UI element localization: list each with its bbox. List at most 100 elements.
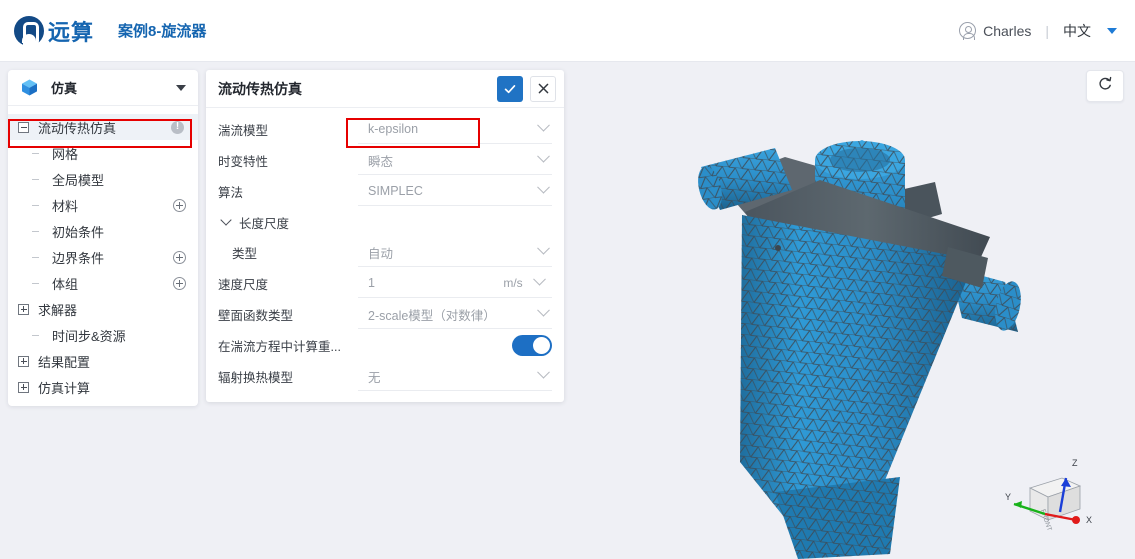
selected-value: 2-scale模型（对数律） [368, 308, 496, 323]
language-selector[interactable]: 中文 [1063, 21, 1091, 41]
confirm-button[interactable] [497, 75, 523, 102]
chevron-down-icon [537, 365, 550, 379]
form-row: 辐射换热模型 无 [206, 361, 564, 392]
reset-view-button[interactable] [1086, 70, 1124, 102]
refresh-view-icon [1098, 76, 1113, 96]
form-row: 时变特性 瞬态 [206, 145, 564, 176]
form-group-label: 长度尺度 [239, 216, 290, 231]
form-row: 类型 自动 [206, 237, 564, 268]
chevron-down-icon [537, 303, 550, 317]
app-root: 远算 案例8-旋流器 Charles | 中文 仿真 流动传热仿真 ! 网格 全… [0, 0, 1135, 559]
tree-item-label: 结果配置 [38, 354, 91, 370]
tree-item-label: 材料 [52, 198, 79, 214]
chevron-down-icon[interactable] [176, 84, 186, 91]
chevron-down-icon[interactable] [1107, 27, 1117, 34]
tree-item[interactable]: 网格 [8, 140, 198, 166]
expand-icon[interactable] [18, 355, 29, 367]
panel-actions [497, 75, 556, 102]
3d-viewport[interactable]: FRONT Y X Z [570, 62, 1135, 559]
tree-item-label: 全局模型 [52, 172, 105, 188]
user-avatar-icon [959, 22, 977, 40]
unit-label: m/s [503, 276, 523, 290]
app-header: 远算 案例8-旋流器 Charles | 中文 [0, 0, 1135, 62]
expand-icon[interactable] [18, 303, 29, 315]
page-title: 案例8-旋流器 [118, 23, 207, 40]
toggle-switch[interactable] [512, 335, 552, 356]
form-row: 在湍流方程中计算重... [206, 330, 564, 361]
form-row: 湍流模型 k-epsilon [206, 114, 564, 145]
sidebar-header-label: 仿真 [51, 81, 78, 96]
selected-value: SIMPLEC [368, 184, 423, 198]
selected-value: 自动 [368, 246, 394, 261]
tree-item[interactable]: 体组 [8, 270, 198, 296]
tree-item[interactable]: 仿真计算 [8, 374, 198, 400]
tree-item[interactable]: 初始条件 [8, 218, 198, 244]
form-row-control [358, 332, 552, 360]
settings-panel-header: 流动传热仿真 [206, 70, 564, 108]
form-group-header[interactable]: 长度尺度 [206, 207, 564, 237]
form-row-label: 算法 [218, 186, 244, 200]
dropdown-select[interactable]: 无 [358, 363, 552, 391]
user-name-label: Charles [983, 22, 1032, 39]
sidebar-header[interactable]: 仿真 [8, 70, 198, 106]
user-menu[interactable]: Charles [959, 22, 1032, 40]
selected-value: 无 [368, 370, 381, 385]
cancel-button[interactable] [530, 75, 556, 102]
form-row-label: 速度尺度 [218, 278, 269, 292]
form-row-label: 辐射换热模型 [218, 371, 294, 385]
tree-item[interactable]: 材料 [8, 192, 198, 218]
form-row-label: 湍流模型 [218, 124, 269, 138]
chevron-down-icon [537, 118, 550, 132]
dropdown-select[interactable]: 瞬态 [358, 147, 552, 175]
chevron-down-icon [537, 149, 550, 163]
axis-orientation-widget[interactable]: FRONT Y X Z [1000, 450, 1110, 545]
add-icon[interactable] [173, 250, 186, 264]
form-row-control: 1 m/s [358, 270, 552, 298]
tree-item-label: 流动传热仿真 [38, 120, 117, 136]
value-input[interactable]: 1 [358, 270, 500, 298]
unit-selector[interactable]: m/s [500, 270, 552, 298]
header-divider: | [1045, 22, 1049, 39]
form-row: 壁面函数类型 2-scale模型（对数律） [206, 299, 564, 330]
form-row-label: 时变特性 [218, 155, 269, 169]
brand-logo[interactable]: 远算 [14, 15, 94, 47]
form-row: 算法 SIMPLEC [206, 176, 564, 207]
tree-item[interactable]: 边界条件 [8, 244, 198, 270]
logo-mark-icon [14, 15, 44, 46]
dropdown-select[interactable]: 2-scale模型（对数律） [358, 301, 552, 329]
tree-item[interactable]: 结果配置 [8, 348, 198, 374]
tree-item-label: 体组 [52, 276, 79, 292]
dropdown-select[interactable]: 自动 [358, 239, 552, 267]
sidebar-panel: 仿真 流动传热仿真! 网格全局模型材料初始条件边界条件体组求解器时间步&资源结果配… [8, 70, 198, 406]
expand-icon[interactable] [18, 381, 29, 393]
tree-item-label: 时间步&资源 [52, 328, 126, 344]
dropdown-select[interactable]: k-epsilon [358, 116, 552, 144]
tree-item-label: 求解器 [38, 302, 78, 318]
header-right-group: Charles | 中文 [959, 21, 1117, 41]
axis-label-x: X [1086, 515, 1092, 525]
form-row-label: 在湍流方程中计算重... [218, 340, 341, 354]
tree-item[interactable]: 全局模型 [8, 166, 198, 192]
tree-item[interactable]: 流动传热仿真! [8, 114, 198, 140]
axis-label-z: Z [1072, 458, 1078, 468]
form-row: 速度尺度 1 m/s [206, 268, 564, 299]
axis-label-y: Y [1005, 492, 1011, 502]
dropdown-select[interactable]: SIMPLEC [358, 178, 552, 206]
add-icon[interactable] [173, 276, 186, 290]
tree-item-label: 网格 [52, 146, 79, 162]
logo-text: 远算 [48, 19, 95, 45]
value-text: 1 [368, 276, 375, 290]
chevron-down-icon [537, 241, 550, 255]
selected-value: 瞬态 [368, 154, 394, 169]
tree-item-label: 边界条件 [52, 250, 105, 266]
chevron-down-icon[interactable] [220, 214, 232, 226]
tree-item[interactable]: 时间步&资源 [8, 322, 198, 348]
tree-item[interactable]: 求解器 [8, 296, 198, 322]
warning-badge-icon[interactable]: ! [171, 120, 184, 134]
cube-icon [20, 78, 39, 97]
tree-item-label: 初始条件 [52, 224, 105, 240]
collapse-icon[interactable] [18, 121, 29, 133]
chevron-down-icon [533, 272, 546, 286]
settings-panel: 流动传热仿真 湍流模型 k-epsilon 时变特性 瞬态算法 SIMPLEC 长度尺度类… [206, 70, 564, 402]
add-icon[interactable] [173, 198, 186, 212]
